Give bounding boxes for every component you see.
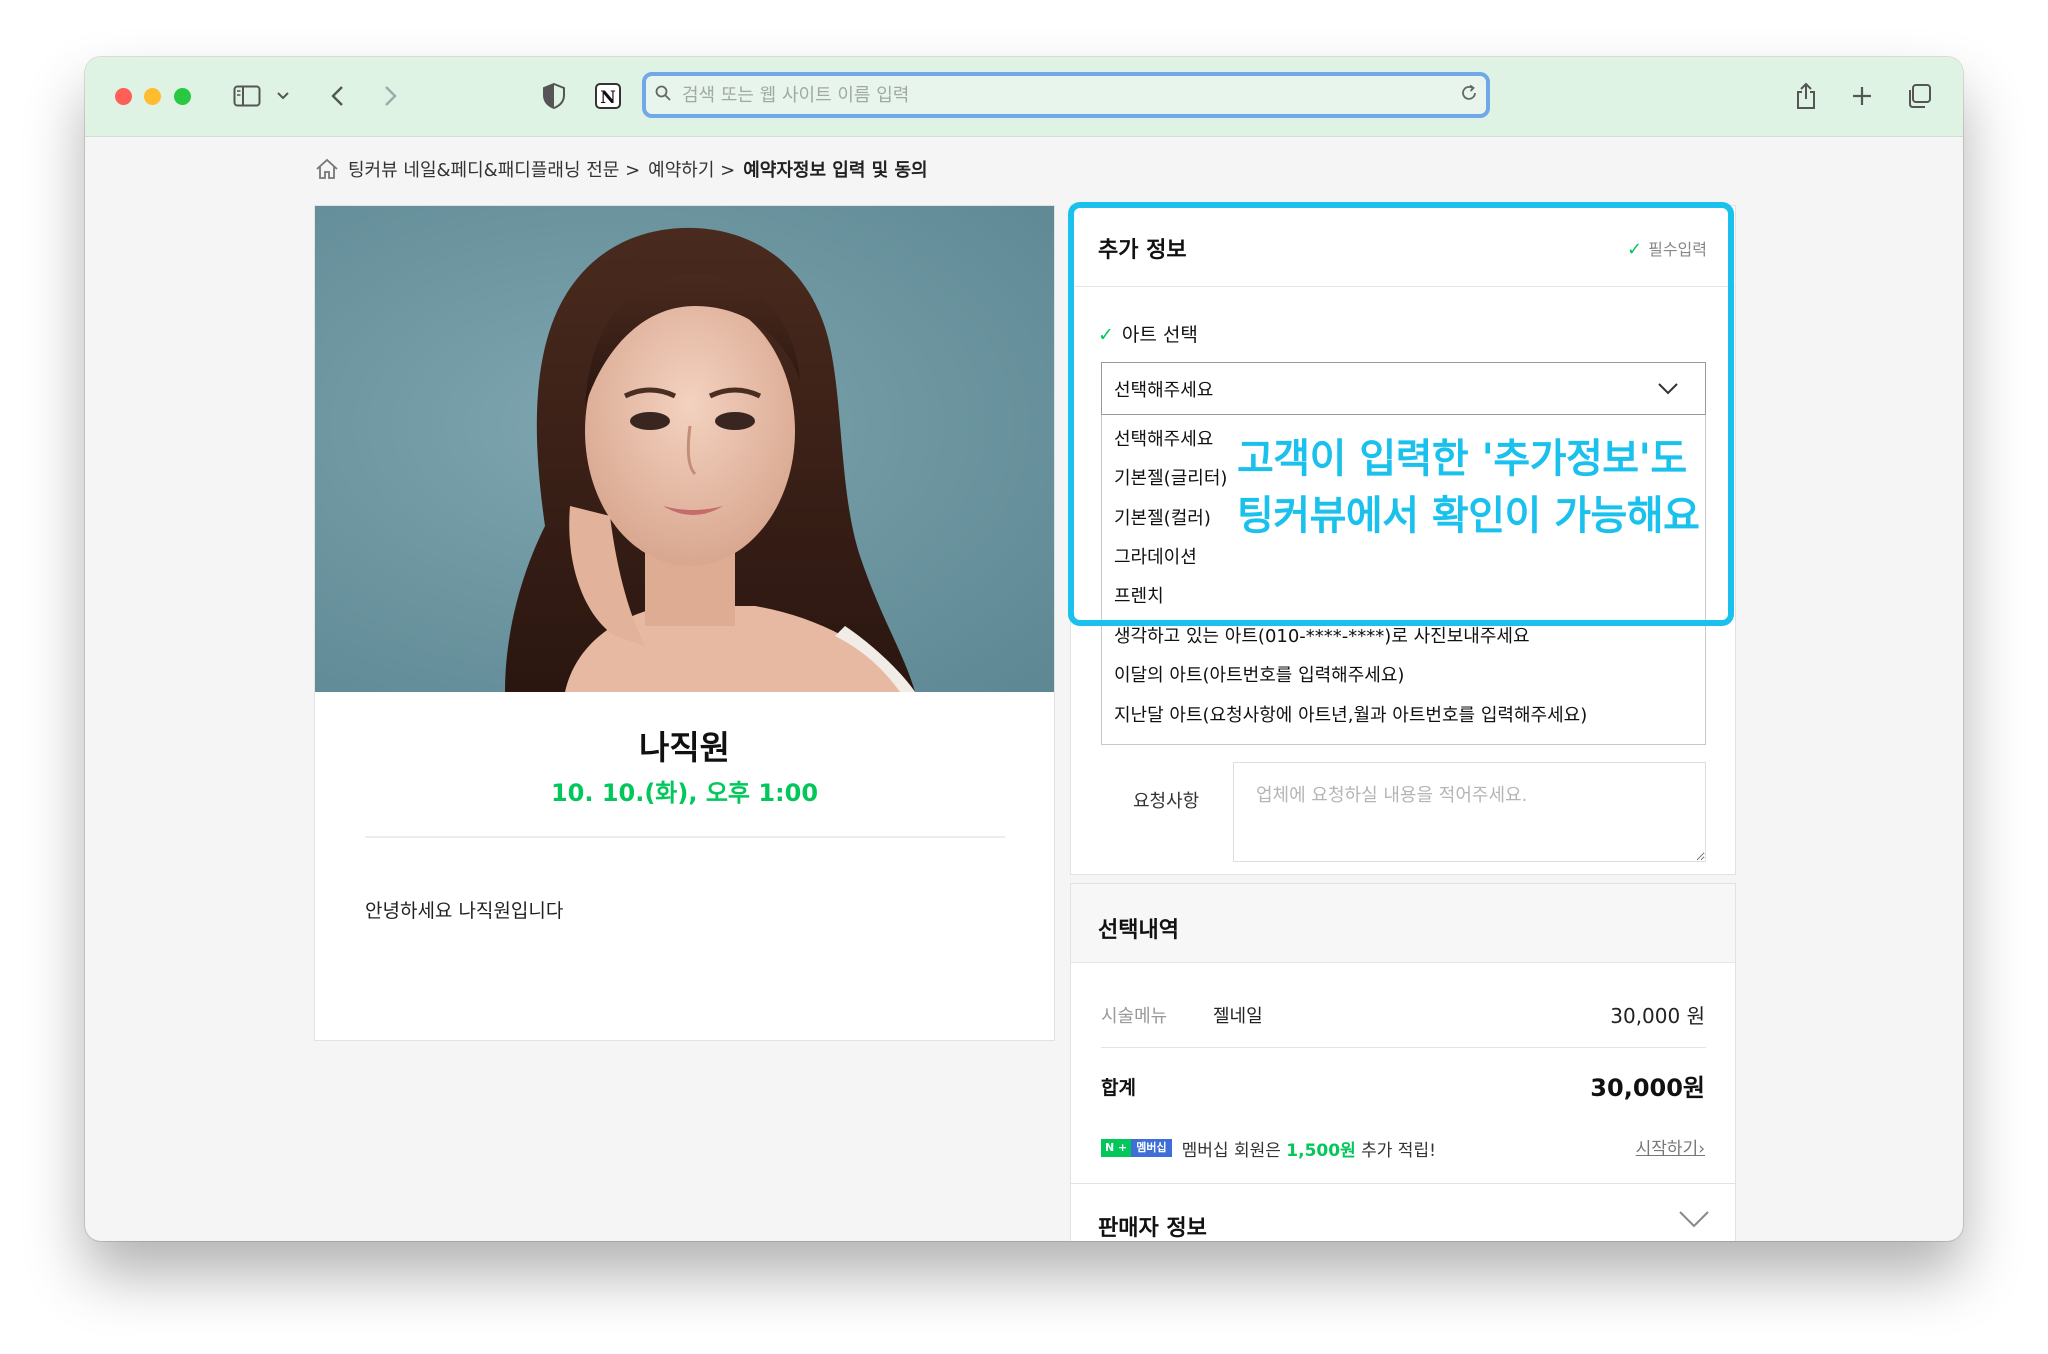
tab-overview-icon[interactable] bbox=[1903, 79, 1935, 113]
share-icon[interactable] bbox=[1791, 79, 1821, 113]
staff-card: 나직원 10. 10.(화), 오후 1:00 안녕하세요 나직원입니다 bbox=[314, 205, 1055, 1041]
divider bbox=[1071, 286, 1735, 287]
chevron-down-icon bbox=[1658, 383, 1678, 395]
membership-suffix: 추가 적립! bbox=[1361, 1140, 1436, 1161]
breadcrumb-current: 예약자정보 입력 및 동의 bbox=[743, 160, 928, 181]
total-value: 30,000원 bbox=[1590, 1074, 1705, 1102]
membership-start-link[interactable]: 시작하기› bbox=[1636, 1134, 1705, 1159]
callout-line-2: 팅커뷰에서 확인이 가능해요 bbox=[1237, 493, 1700, 539]
address-input[interactable] bbox=[680, 83, 1452, 107]
breadcrumb-booking[interactable]: 예약하기 > bbox=[648, 156, 735, 182]
minimize-window-button[interactable] bbox=[144, 88, 161, 105]
art-option[interactable]: 기본젤(글리터) bbox=[1114, 464, 1227, 490]
art-option[interactable]: 기본젤(컬러) bbox=[1114, 504, 1211, 530]
chevron-down-icon[interactable] bbox=[1678, 1208, 1710, 1230]
close-window-button[interactable] bbox=[115, 88, 132, 105]
art-option[interactable]: 선택해주세요 bbox=[1114, 425, 1213, 451]
back-icon[interactable] bbox=[325, 79, 349, 113]
notion-extension-icon[interactable]: N bbox=[593, 79, 623, 113]
callout-line-1: 고객이 입력한 '추가정보'도 bbox=[1237, 436, 1687, 482]
reload-icon[interactable] bbox=[1452, 83, 1486, 107]
breadcrumb: 팅커뷰 네일&페디&패디플래닝 전문 > 예약하기 > 예약자정보 입력 및 동… bbox=[314, 156, 928, 182]
seller-info-title: 판매자 정보 bbox=[1098, 1216, 1207, 1241]
shield-icon[interactable] bbox=[540, 79, 568, 113]
request-label: 요청사항 bbox=[1133, 791, 1200, 812]
search-icon bbox=[646, 85, 680, 106]
staff-photo bbox=[315, 206, 1054, 692]
appointment-datetime: 10. 10.(화), 오후 1:00 bbox=[550, 779, 819, 807]
menu-price: 30,000 원 bbox=[1610, 1004, 1705, 1028]
home-icon[interactable] bbox=[314, 158, 340, 180]
chevron-down-icon[interactable] bbox=[273, 79, 293, 113]
svg-text:N: N bbox=[600, 88, 616, 108]
art-option[interactable]: 그라데이션 bbox=[1114, 543, 1197, 569]
annotation-callout: 고객이 입력한 '추가정보'도 팅커뷰에서 확인이 가능해요 bbox=[1237, 431, 1700, 545]
required-note: ✓ 필수입력 bbox=[1627, 239, 1707, 260]
divider bbox=[1101, 1047, 1706, 1048]
forward-icon[interactable] bbox=[379, 79, 403, 113]
new-tab-icon[interactable] bbox=[1847, 79, 1877, 113]
browser-window: N 팅커뷰 네일&페디&패디플래닝 전문 > 예약하기 > 예약자정보 입력 및… bbox=[85, 57, 1963, 1241]
art-option[interactable]: 지난달 아트(요청사항에 아트년,월과 아트번호를 입력해주세요) bbox=[1114, 701, 1587, 727]
browser-toolbar: N bbox=[85, 57, 1963, 137]
art-select-label: ✓ 아트 선택 bbox=[1098, 324, 1198, 346]
membership-points: 1,500원 bbox=[1286, 1140, 1356, 1161]
art-option[interactable]: 생각하고 있는 아트(010-****-****)로 사진보내주세요 bbox=[1114, 622, 1530, 648]
art-select[interactable]: 선택해주세요 bbox=[1101, 362, 1706, 415]
request-textarea[interactable] bbox=[1233, 762, 1706, 862]
check-icon: ✓ bbox=[1627, 239, 1643, 260]
menu-name: 젤네일 bbox=[1213, 1006, 1263, 1027]
art-select-value: 선택해주세요 bbox=[1114, 379, 1214, 401]
zoom-window-button[interactable] bbox=[174, 88, 191, 105]
art-option[interactable]: 프렌치 bbox=[1114, 582, 1164, 608]
seller-info-card[interactable]: 판매자 정보 bbox=[1070, 1183, 1736, 1241]
address-bar[interactable] bbox=[642, 72, 1490, 118]
membership-prefix: 멤버십 회원은 bbox=[1181, 1140, 1281, 1161]
membership-row: N + 멤버십 멤버십 회원은 1,500원 추가 적립! bbox=[1101, 1135, 1706, 1161]
check-icon: ✓ bbox=[1098, 324, 1114, 346]
staff-name: 나직원 bbox=[638, 728, 731, 767]
menu-label: 시술메뉴 bbox=[1101, 1006, 1168, 1027]
divider bbox=[365, 836, 1005, 838]
staff-greeting: 안녕하세요 나직원입니다 bbox=[365, 900, 564, 922]
total-label: 합계 bbox=[1101, 1077, 1136, 1099]
art-option[interactable]: 이달의 아트(아트번호를 입력해주세요) bbox=[1114, 661, 1404, 687]
npay-membership-badge: N + 멤버십 bbox=[1101, 1139, 1172, 1157]
breadcrumb-shop[interactable]: 팅커뷰 네일&페디&패디플래닝 전문 > bbox=[348, 156, 640, 182]
sidebar-toggle-icon[interactable] bbox=[230, 79, 264, 113]
additional-info-title: 추가 정보 bbox=[1098, 238, 1187, 263]
summary-title: 선택내역 bbox=[1098, 918, 1179, 943]
